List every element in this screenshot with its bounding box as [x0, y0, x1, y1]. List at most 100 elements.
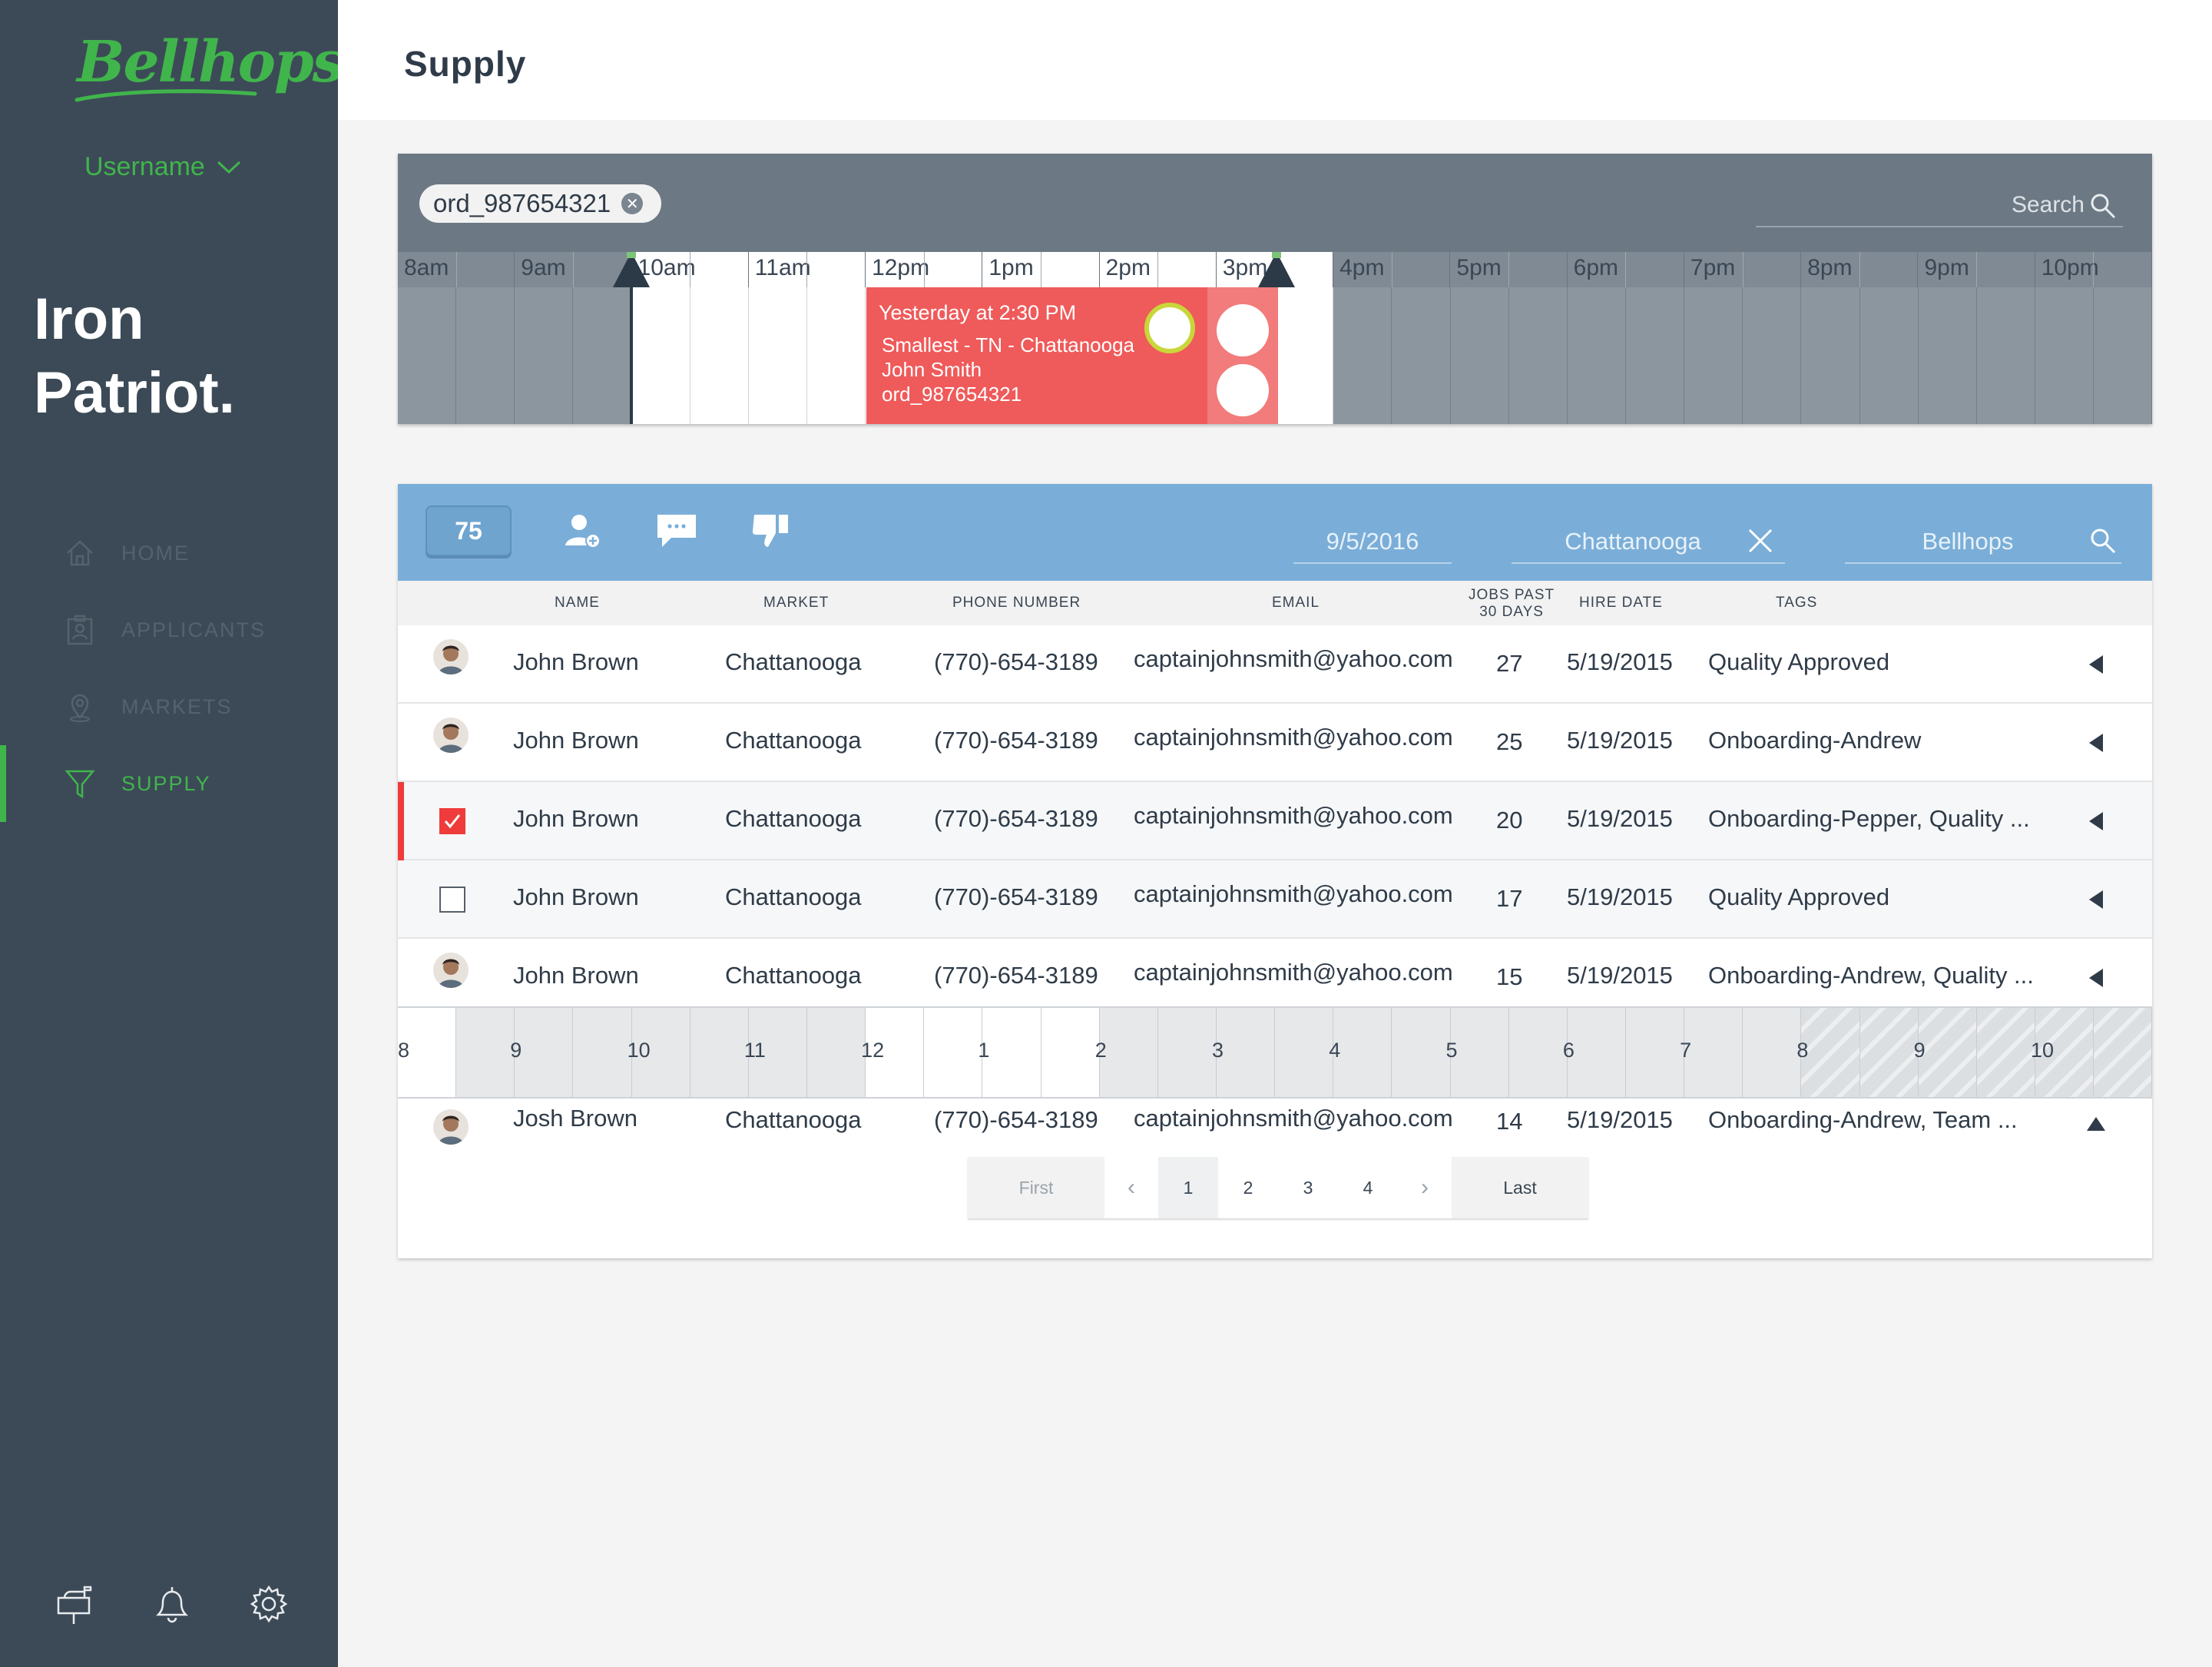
table-row[interactable]: John Brown Chattanooga (770)-654-3189 capta… [398, 939, 2152, 1017]
page-3-button[interactable]: 3 [1278, 1157, 1338, 1218]
expand-row-icon[interactable] [2085, 731, 2108, 754]
mailbox-icon[interactable] [54, 1582, 97, 1626]
availability-slot[interactable]: 1 [978, 1008, 1041, 1097]
availability-slot[interactable]: 6 [1563, 1008, 1626, 1097]
availability-slot[interactable]: 2 [1095, 1008, 1158, 1097]
column-header-market[interactable]: MARKET [763, 595, 829, 611]
expand-row-icon[interactable] [2085, 653, 2108, 676]
column-header-name[interactable]: NAME [555, 595, 600, 611]
time-slot[interactable] [631, 287, 690, 424]
time-slot[interactable] [515, 287, 574, 424]
availability-slot[interactable] [806, 1008, 866, 1097]
availability-slot[interactable]: 8 [398, 1008, 457, 1097]
expand-row-icon[interactable] [2085, 966, 2108, 989]
availability-slot[interactable] [690, 1008, 749, 1097]
cell-email[interactable]: captainjohnsmith@yahoo.com [1134, 959, 1453, 986]
availability-slot[interactable]: 12 [861, 1008, 925, 1097]
bell-icon[interactable] [151, 1582, 194, 1626]
highlighted-slot[interactable] [1144, 303, 1195, 353]
availability-slot[interactable] [1508, 1008, 1568, 1097]
availability-slot[interactable] [924, 1008, 983, 1097]
column-header-jobs[interactable]: JOBS PAST 30 DAYS [1469, 587, 1555, 621]
time-slot[interactable] [1684, 287, 1743, 424]
nav-item-supply[interactable]: SUPPLY [0, 745, 338, 822]
thumbs-down-icon[interactable] [750, 512, 794, 550]
next-page-icon[interactable]: › [1398, 1157, 1452, 1218]
time-slot[interactable] [1333, 287, 1392, 424]
time-slot[interactable] [1508, 287, 1568, 424]
schedule-search-input[interactable] [1793, 192, 2085, 218]
availability-slot[interactable] [1275, 1008, 1334, 1097]
availability-slot[interactable]: 3 [1212, 1008, 1276, 1097]
open-slot[interactable] [1217, 364, 1269, 416]
cell-email[interactable]: captainjohnsmith@yahoo.com [1134, 1105, 1453, 1132]
expand-row-icon[interactable] [2085, 888, 2108, 911]
table-row[interactable]: John Brown Chattanooga (770)-654-3189 capta… [398, 782, 2152, 860]
time-slot[interactable] [1743, 287, 1802, 424]
row-checkbox[interactable] [439, 887, 465, 913]
availability-slot[interactable]: 7 [1680, 1008, 1743, 1097]
cell-email[interactable]: captainjohnsmith@yahoo.com [1134, 724, 1453, 751]
page-2-button[interactable]: 2 [1218, 1157, 1278, 1218]
availability-slot[interactable] [1157, 1008, 1217, 1097]
time-slot[interactable] [1801, 287, 1860, 424]
cell-name[interactable]: John Brown [513, 805, 639, 833]
nav-item-home[interactable]: HOME [0, 515, 338, 592]
availability-slot[interactable] [1625, 1008, 1685, 1097]
availability-slot[interactable] [1976, 1008, 2035, 1097]
first-page-button[interactable]: First [968, 1157, 1104, 1218]
time-slot[interactable] [456, 287, 515, 424]
chip-close-icon[interactable]: ✕ [621, 193, 644, 214]
time-slot[interactable] [1859, 287, 1919, 424]
time-slot[interactable] [1275, 287, 1334, 424]
column-header-email[interactable]: EMAIL [1272, 595, 1320, 611]
availability-slot[interactable]: 8 [1796, 1008, 1860, 1097]
schedule-timeline[interactable]: 8am 9am 10am 11am 12pm 1pm 2pm 3pm 4pm 5pm 6pm 7pm 8… [398, 252, 2153, 424]
availability-day-strip[interactable]: 8 9 10 11 12 1 2 3 4 5 6 7 8 9 10 [398, 1006, 2153, 1099]
cell-name[interactable]: John Brown [513, 648, 639, 676]
availability-slot[interactable]: 10 [628, 1008, 690, 1097]
time-slot[interactable] [2094, 287, 2153, 424]
collapse-row-icon[interactable] [2085, 1112, 2108, 1135]
availability-slot[interactable] [1859, 1008, 1919, 1097]
column-header-tags[interactable]: TAGS [1776, 595, 1817, 611]
clear-filter-icon[interactable] [1747, 527, 1774, 555]
expand-row-icon[interactable] [2085, 810, 2108, 833]
user-menu[interactable]: Username [84, 152, 242, 182]
table-row-expanded[interactable]: Josh Brown Chattanooga (770)-654-3189 ca… [398, 1099, 2152, 1157]
availability-slot[interactable]: 10 [2031, 1008, 2094, 1097]
availability-slot[interactable]: 4 [1329, 1008, 1392, 1097]
availability-slot[interactable] [2094, 1008, 2153, 1097]
cell-email[interactable]: captainjohnsmith@yahoo.com [1134, 645, 1453, 673]
cell-name[interactable]: John Brown [513, 883, 639, 911]
search-icon[interactable] [2089, 192, 2117, 220]
time-slot[interactable] [806, 287, 866, 424]
range-start-cap[interactable] [613, 252, 650, 287]
nav-item-markets[interactable]: MARKETS [0, 668, 338, 745]
last-page-button[interactable]: Last [1452, 1157, 1588, 1218]
column-header-hire-date[interactable]: HIRE DATE [1579, 595, 1663, 611]
availability-slot[interactable] [456, 1008, 515, 1097]
selection-count-button[interactable]: 75 [426, 505, 512, 556]
availability-slot[interactable] [1392, 1008, 1451, 1097]
time-slot[interactable] [1450, 287, 1509, 424]
time-slot[interactable] [690, 287, 749, 424]
time-slot[interactable] [398, 287, 457, 424]
gear-icon[interactable] [247, 1582, 290, 1626]
search-icon[interactable] [2089, 527, 2117, 555]
page-4-button[interactable]: 4 [1338, 1157, 1398, 1218]
cell-name[interactable]: John Brown [513, 962, 639, 989]
availability-slot[interactable]: 5 [1446, 1008, 1509, 1097]
availability-slot[interactable] [573, 1008, 632, 1097]
availability-slot[interactable]: 9 [510, 1008, 574, 1097]
open-slot[interactable] [1217, 304, 1269, 356]
cell-name[interactable]: John Brown [513, 727, 639, 754]
page-1-button[interactable]: 1 [1158, 1157, 1218, 1218]
market-filter-input[interactable] [1512, 528, 1785, 555]
nav-item-applicants[interactable]: APPLICANTS [0, 592, 338, 668]
time-slot[interactable] [1976, 287, 2035, 424]
range-end-cap[interactable] [1258, 252, 1295, 287]
table-row[interactable]: John Brown Chattanooga (770)-654-3189 capta… [398, 860, 2152, 939]
company-filter-input[interactable] [1845, 528, 2121, 555]
order-filter-chip[interactable]: ord_987654321 ✕ [419, 184, 662, 223]
